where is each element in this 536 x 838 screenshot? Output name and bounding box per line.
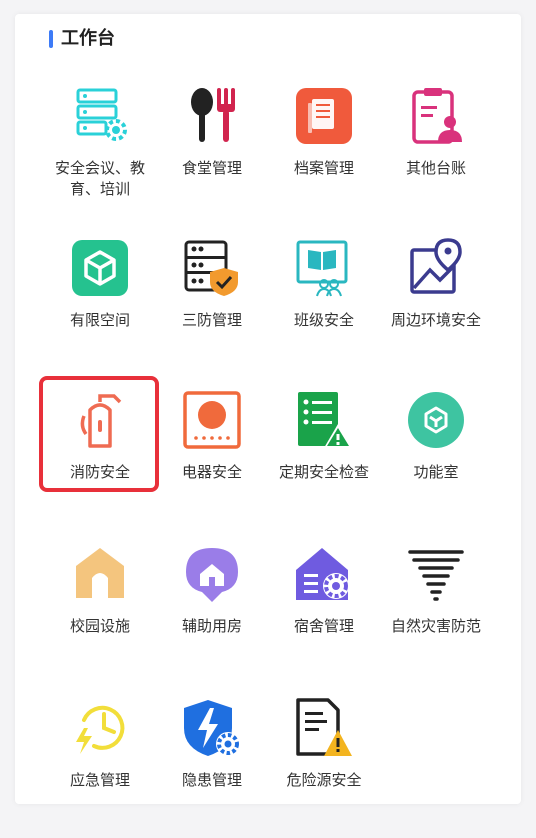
app-tile-class-safety[interactable]: 班级安全 [268, 238, 380, 378]
map-pin-icon [406, 238, 466, 298]
selected-item-highlight [39, 376, 159, 492]
app-tile-label: 功能室 [413, 463, 459, 481]
app-tile-label: 安全会议、教育、培训 [54, 159, 145, 198]
app-tile-label: 校园设施 [69, 617, 130, 635]
app-grid: 安全会议、教育、培训 食堂管理 档案管理 其他台账 有限空间 三防管理 班级安全… [15, 14, 521, 804]
shield-lightning-gear-icon [182, 698, 242, 758]
app-tile-hazard-source-safety[interactable]: 危险源安全 [268, 698, 380, 838]
app-tile-emergency-management[interactable]: 应急管理 [44, 698, 156, 838]
app-tile-campus-facilities[interactable]: 校园设施 [44, 544, 156, 684]
clipboard-user-icon [406, 86, 466, 146]
app-tile-label: 辅助用房 [181, 617, 242, 635]
app-tile-other-ledger[interactable]: 其他台账 [380, 86, 492, 226]
app-tile-label: 有限空间 [69, 311, 130, 329]
app-tile-label: 其他台账 [405, 159, 466, 177]
house-gate-icon [70, 544, 130, 604]
app-tile-label: 危险源安全 [286, 771, 362, 789]
app-tile-function-room[interactable]: 功能室 [380, 390, 492, 530]
app-tile-label: 隐患管理 [181, 771, 242, 789]
app-tile-three-defense[interactable]: 三防管理 [156, 238, 268, 378]
app-tile-label: 三防管理 [181, 311, 242, 329]
house-pin-icon [182, 544, 242, 604]
app-tile-safety-meeting[interactable]: 安全会议、教育、培训 [44, 86, 156, 226]
app-tile-label: 应急管理 [69, 771, 130, 789]
tornado-icon [406, 544, 466, 604]
clock-lightning-icon [70, 698, 130, 758]
app-tile-periodic-inspection[interactable]: 定期安全检查 [268, 390, 380, 530]
app-tile-label: 周边环境安全 [390, 311, 481, 329]
server-shield-icon [182, 238, 242, 298]
app-tile-label: 档案管理 [293, 159, 354, 177]
app-tile-label: 宿舍管理 [293, 617, 354, 635]
spoon-fork-icon [182, 86, 242, 146]
app-tile-label: 定期安全检查 [278, 463, 369, 481]
server-settings-icon [70, 86, 130, 146]
app-tile-surroundings[interactable]: 周边环境安全 [380, 238, 492, 378]
stove-icon [182, 390, 242, 450]
app-tile-label: 食堂管理 [181, 159, 242, 177]
cube-icon [70, 238, 130, 298]
app-tile-label: 自然灾害防范 [390, 617, 481, 635]
document-icon [294, 86, 354, 146]
document-warning-icon [294, 698, 354, 758]
workbench-card: 工作台 安全会议、教育、培训 食堂管理 档案管理 其他台账 有限空间 三防管理 … [15, 14, 521, 804]
room-cube-icon [406, 390, 466, 450]
app-tile-auxiliary-rooms[interactable]: 辅助用房 [156, 544, 268, 684]
app-tile-limited-space[interactable]: 有限空间 [44, 238, 156, 378]
app-tile-hazard-management[interactable]: 隐患管理 [156, 698, 268, 838]
house-gear-icon [294, 544, 354, 604]
book-people-icon [294, 238, 354, 298]
app-tile-label: 电器安全 [181, 463, 242, 481]
app-tile-disaster-prevention[interactable]: 自然灾害防范 [380, 544, 492, 684]
app-tile-archives[interactable]: 档案管理 [268, 86, 380, 226]
app-tile-canteen[interactable]: 食堂管理 [156, 86, 268, 226]
app-tile-electrical-safety[interactable]: 电器安全 [156, 390, 268, 530]
app-tile-label: 班级安全 [293, 311, 354, 329]
checklist-warning-icon [294, 390, 354, 450]
app-tile-dorm-management[interactable]: 宿舍管理 [268, 544, 380, 684]
